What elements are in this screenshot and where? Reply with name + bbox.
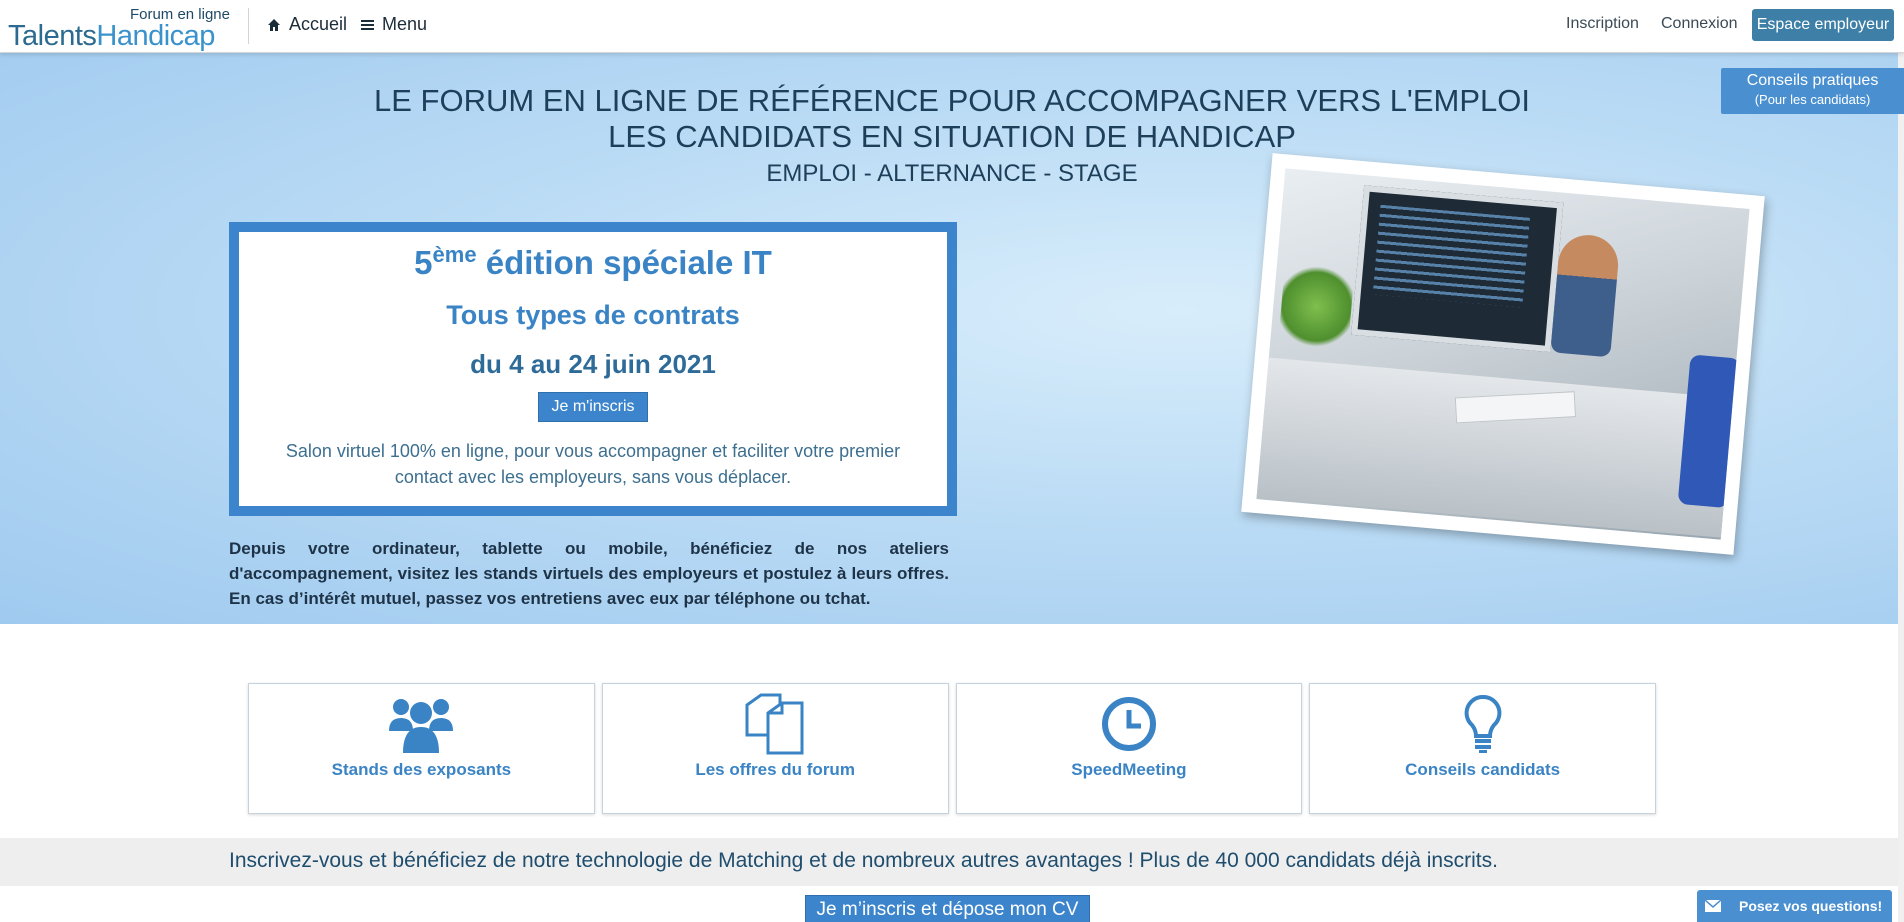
- inscription-link[interactable]: Inscription: [1566, 15, 1639, 33]
- chat-widget-label: Posez vos questions!: [1739, 898, 1883, 914]
- feature-tiles: Stands des exposants Les offres du forum…: [248, 683, 1656, 814]
- lightbulb-icon: [1463, 692, 1503, 756]
- edition-register-button[interactable]: Je m'inscris: [538, 392, 648, 422]
- nav-menu-label: Menu: [382, 14, 428, 34]
- hero-body-text: Depuis votre ordinateur, tablette ou mob…: [229, 539, 949, 608]
- chat-widget-button[interactable]: Posez vos questions!: [1697, 890, 1892, 922]
- promo-band-text: Inscrivez-vous et bénéficiez de notre te…: [229, 849, 1498, 872]
- nav-menu-button[interactable]: Menu: [361, 14, 427, 35]
- tile-conseils-label: Conseils candidats: [1405, 760, 1561, 779]
- conseils-tab-title: Conseils pratiques: [1746, 72, 1879, 89]
- hamburger-icon: [361, 19, 374, 30]
- tile-conseils[interactable]: Conseils candidats: [1309, 683, 1656, 814]
- employer-space-button[interactable]: Espace employeur: [1752, 9, 1894, 41]
- tile-offres-label: Les offres du forum: [695, 760, 855, 779]
- logo-wordmark: TalentsHandicap: [8, 20, 215, 52]
- edition-description: Salon virtuel 100% en ligne, pour vous a…: [285, 441, 901, 487]
- tile-stands-label: Stands des exposants: [331, 760, 512, 779]
- hero-photo-frame: [1241, 153, 1765, 555]
- tile-speedmeeting-label: SpeedMeeting: [1071, 760, 1187, 779]
- photo-plant: [1277, 258, 1356, 355]
- hero-headline-line-2: LES CANDIDATS EN SITUATION DE HANDICAP: [608, 119, 1296, 154]
- office-photo: [1256, 168, 1750, 540]
- conseils-tab-subtitle: (Pour les candidats): [1754, 92, 1871, 107]
- edition-title: 5ème édition spéciale IT: [414, 242, 772, 281]
- nav-home-link[interactable]: Accueil: [267, 14, 347, 35]
- nav-home-label: Accueil: [289, 14, 348, 34]
- register-cv-button[interactable]: Je m’inscris et dépose mon CV: [805, 895, 1090, 922]
- envelope-icon: [1697, 890, 1729, 922]
- connexion-link[interactable]: Connexion: [1661, 15, 1738, 33]
- home-icon: [268, 18, 280, 31]
- page-scrollbar[interactable]: [1898, 53, 1904, 922]
- clock-icon: [1101, 692, 1157, 756]
- conseils-pratiques-tab[interactable]: Conseils pratiques (Pour les candidats): [1721, 68, 1904, 114]
- documents-icon: [744, 692, 806, 756]
- edition-card: 5ème édition spéciale IT Tous types de c…: [229, 222, 957, 516]
- edition-contracts: Tous types de contrats: [446, 300, 740, 330]
- top-navbar: Forum en ligne TalentsHandicap Accueil M…: [0, 0, 1904, 53]
- photo-monitor: [1351, 185, 1564, 353]
- tile-speedmeeting[interactable]: SpeedMeeting: [955, 683, 1303, 814]
- talents-handicap-logo[interactable]: Forum en ligne TalentsHandicap: [8, 6, 230, 52]
- hero-headline-line-1: LE FORUM EN LIGNE DE RÉFÉRENCE POUR ACCO…: [373, 83, 1530, 118]
- tile-stands[interactable]: Stands des exposants: [248, 683, 595, 814]
- promo-band: Inscrivez-vous et bénéficiez de notre te…: [0, 838, 1904, 886]
- header-divider: [248, 8, 249, 44]
- tile-offres[interactable]: Les offres du forum: [601, 683, 949, 814]
- edition-dates: du 4 au 24 juin 2021: [470, 349, 716, 379]
- users-icon: [388, 692, 454, 756]
